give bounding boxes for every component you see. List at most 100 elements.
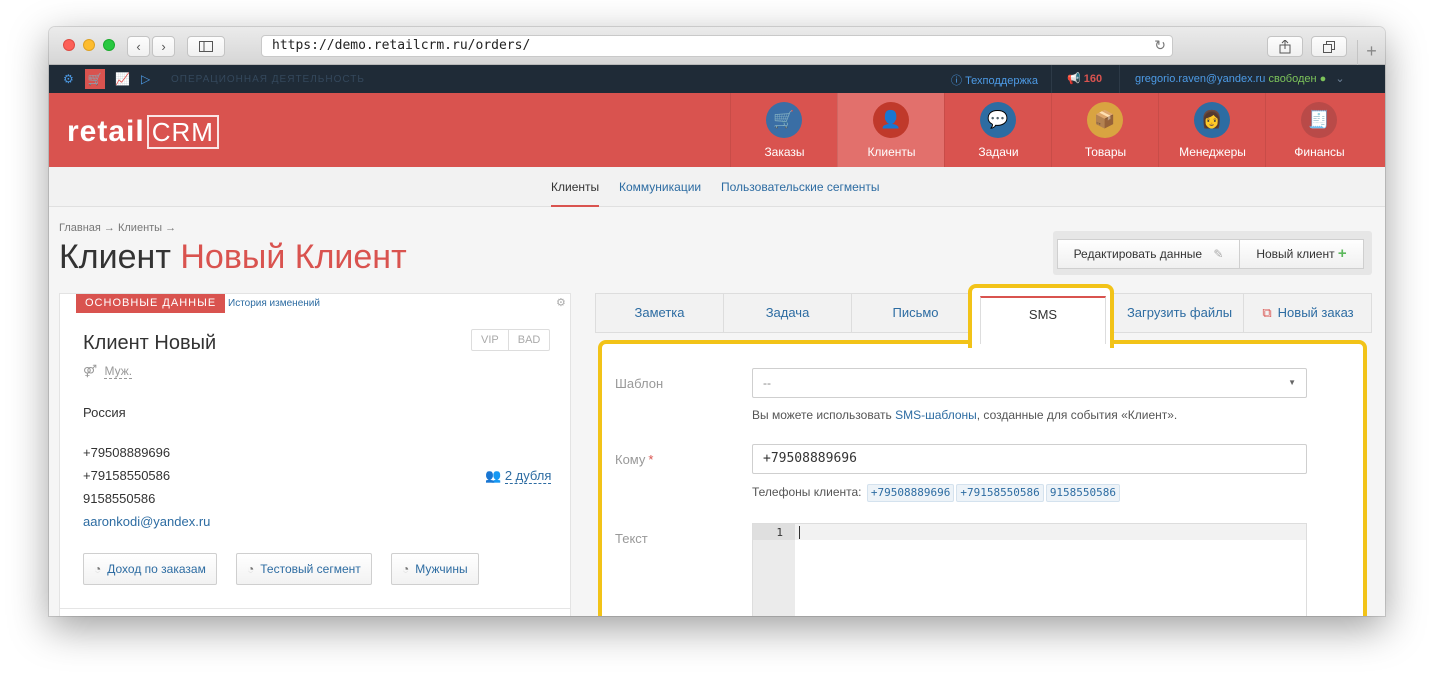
subnav-clients[interactable]: Клиенты	[551, 180, 599, 194]
gender-icon: ⚤	[83, 364, 98, 378]
plus-icon: +	[1337, 245, 1347, 262]
bad-badge[interactable]: BAD	[507, 330, 550, 350]
manager-icon: 👩	[1194, 102, 1230, 138]
caret-down-icon: ▼	[1288, 378, 1296, 387]
back-button[interactable]: ‹	[127, 36, 150, 57]
close-window-button[interactable]	[63, 39, 75, 51]
divider	[1119, 65, 1120, 93]
active-subnav-indicator	[551, 205, 599, 207]
tab-task[interactable]: Задача	[724, 294, 852, 332]
page-content: Главная → Клиенты → Клиент Новый Клиент …	[49, 208, 1385, 616]
nav-products[interactable]: 📦 Товары	[1051, 93, 1158, 167]
main-header: retail CRM 🛒 Заказы 👤 Клиенты 💬 Задачи 📦 …	[49, 93, 1385, 167]
subnav-custom-segments[interactable]: Пользовательские сегменты	[721, 180, 880, 194]
required-marker: *	[648, 452, 654, 467]
phone-chip[interactable]: 9158550586	[1045, 484, 1121, 502]
address-bar[interactable]: https://demo.retailcrm.ru/orders/ ↻	[261, 35, 1173, 57]
page-actions: Редактировать данные ✎ Новый клиент +	[1053, 231, 1372, 275]
recipient-input[interactable]: +79508889696	[752, 444, 1307, 474]
zoom-window-button[interactable]	[103, 39, 115, 51]
support-link[interactable]: ⓘ Техподдержка	[951, 72, 1038, 88]
play-icon[interactable]: ▷	[141, 72, 150, 86]
client-phone: +79508889696	[83, 445, 171, 460]
user-status: свободен	[1268, 73, 1317, 85]
person-icon: 👤	[873, 102, 909, 138]
reload-icon[interactable]: ↻	[1154, 36, 1166, 56]
sub-navigation: Клиенты Коммуникации Пользовательские се…	[49, 167, 1385, 207]
vip-badge[interactable]: VIP	[472, 330, 508, 350]
tab-sms[interactable]: SMS	[980, 296, 1106, 344]
segment-button[interactable]: ◔ Мужчины	[391, 553, 479, 585]
sms-panel: Шаблон -- ▼ Вы можете использовать SMS-ш…	[598, 340, 1367, 616]
forward-button[interactable]: ›	[152, 36, 175, 57]
divider	[1051, 65, 1052, 93]
client-name: Клиент Новый	[83, 332, 217, 354]
template-select[interactable]: -- ▼	[752, 368, 1307, 398]
recipient-label: Кому *	[615, 452, 654, 467]
tab-change-history[interactable]: История изменений	[228, 298, 320, 309]
nav-managers[interactable]: 👩 Менеджеры	[1158, 93, 1265, 167]
external-link-icon: ⧉	[1262, 305, 1272, 320]
client-phone: +79158550586	[83, 468, 171, 483]
client-badges: VIP BAD	[471, 329, 551, 351]
tab-letter[interactable]: Письмо	[852, 294, 980, 332]
url-text: https://demo.retailcrm.ru/orders/	[272, 38, 531, 53]
share-button[interactable]	[1267, 36, 1303, 57]
box-icon: 📦	[1087, 102, 1123, 138]
segment-button[interactable]: ◔ Доход по заказам	[83, 553, 217, 585]
minimize-window-button[interactable]	[83, 39, 95, 51]
nav-tasks[interactable]: 💬 Задачи	[944, 93, 1051, 167]
client-phones: Телефоны клиента: +79508889696 +791585505…	[752, 484, 1121, 502]
template-label: Шаблон	[615, 376, 664, 391]
new-tab-button[interactable]: +	[1357, 40, 1385, 65]
text-label: Текст	[615, 531, 648, 546]
tab-upload-files[interactable]: Загрузить файлы	[1116, 294, 1244, 332]
pie-chart-icon: ◔	[247, 562, 255, 576]
nav-finance[interactable]: 🧾 Финансы	[1265, 93, 1385, 167]
client-email[interactable]: aaronkodi@yandex.ru	[83, 514, 210, 529]
client-phone: 9158550586	[83, 491, 156, 506]
analytics-icon[interactable]: 📈	[115, 72, 130, 86]
browser-window: ‹ › https://demo.retailcrm.ru/orders/ ↻ …	[49, 27, 1385, 616]
megaphone-icon: 📢	[1067, 73, 1081, 85]
sidebar-icon	[199, 41, 213, 52]
tabs-icon	[1323, 41, 1335, 53]
text-cursor	[799, 526, 800, 539]
tab-note[interactable]: Заметка	[596, 294, 724, 332]
help-icon: ⓘ	[951, 75, 962, 87]
calls-counter[interactable]: 📢 160	[1067, 72, 1102, 85]
client-country: Россия	[83, 405, 126, 420]
breadcrumb[interactable]: Главная → Клиенты →	[59, 222, 176, 234]
page-title: Клиент Новый Клиент	[59, 238, 407, 276]
new-client-button[interactable]: Новый клиент +	[1239, 239, 1364, 269]
tab-sms-highlight: SMS	[968, 284, 1114, 348]
gender-value[interactable]: Муж.	[104, 364, 133, 379]
client-gender: ⚤ Муж.	[83, 364, 133, 379]
users-icon: 👥	[485, 468, 502, 483]
nav-clients[interactable]: 👤 Клиенты	[837, 93, 944, 167]
retailcrm-logo[interactable]: retail CRM	[67, 115, 219, 149]
divider	[60, 608, 570, 609]
segment-button[interactable]: ◔ Тестовый сегмент	[236, 553, 372, 585]
sidebar-toggle-button[interactable]	[187, 36, 225, 57]
status-dot-icon: ●	[1319, 73, 1330, 85]
chat-icon: 💬	[980, 102, 1016, 138]
edit-data-button[interactable]: Редактировать данные ✎	[1057, 239, 1240, 269]
duplicates-link[interactable]: 👥 2 дубля	[485, 468, 552, 484]
subnav-communications[interactable]: Коммуникации	[619, 180, 701, 194]
nav-orders[interactable]: 🛒 Заказы	[730, 93, 837, 167]
tab-main-data[interactable]: ОСНОВНЫЕ ДАННЫЕ	[76, 294, 226, 313]
client-card: ОСНОВНЫЕ ДАННЫЕ История изменений ⚙ Клие…	[59, 293, 571, 616]
gear-icon[interactable]: ⚙	[63, 72, 74, 86]
gear-icon[interactable]: ⚙	[556, 296, 566, 309]
chevron-down-icon: ⌄	[1335, 73, 1345, 85]
tabs-overview-button[interactable]	[1311, 36, 1347, 57]
user-menu[interactable]: gregorio.raven@yandex.ru свободен ● ⌄	[1135, 72, 1345, 85]
cart-icon[interactable]: 🛒	[85, 69, 105, 89]
sms-templates-link[interactable]: SMS-шаблоны	[895, 408, 977, 422]
phone-chip[interactable]: +79158550586	[956, 484, 1044, 502]
tab-new-order[interactable]: ⧉ Новый заказ	[1244, 294, 1372, 332]
sms-text-editor[interactable]: 1	[752, 523, 1307, 616]
share-icon	[1279, 39, 1291, 54]
phone-chip[interactable]: +79508889696	[866, 484, 955, 502]
